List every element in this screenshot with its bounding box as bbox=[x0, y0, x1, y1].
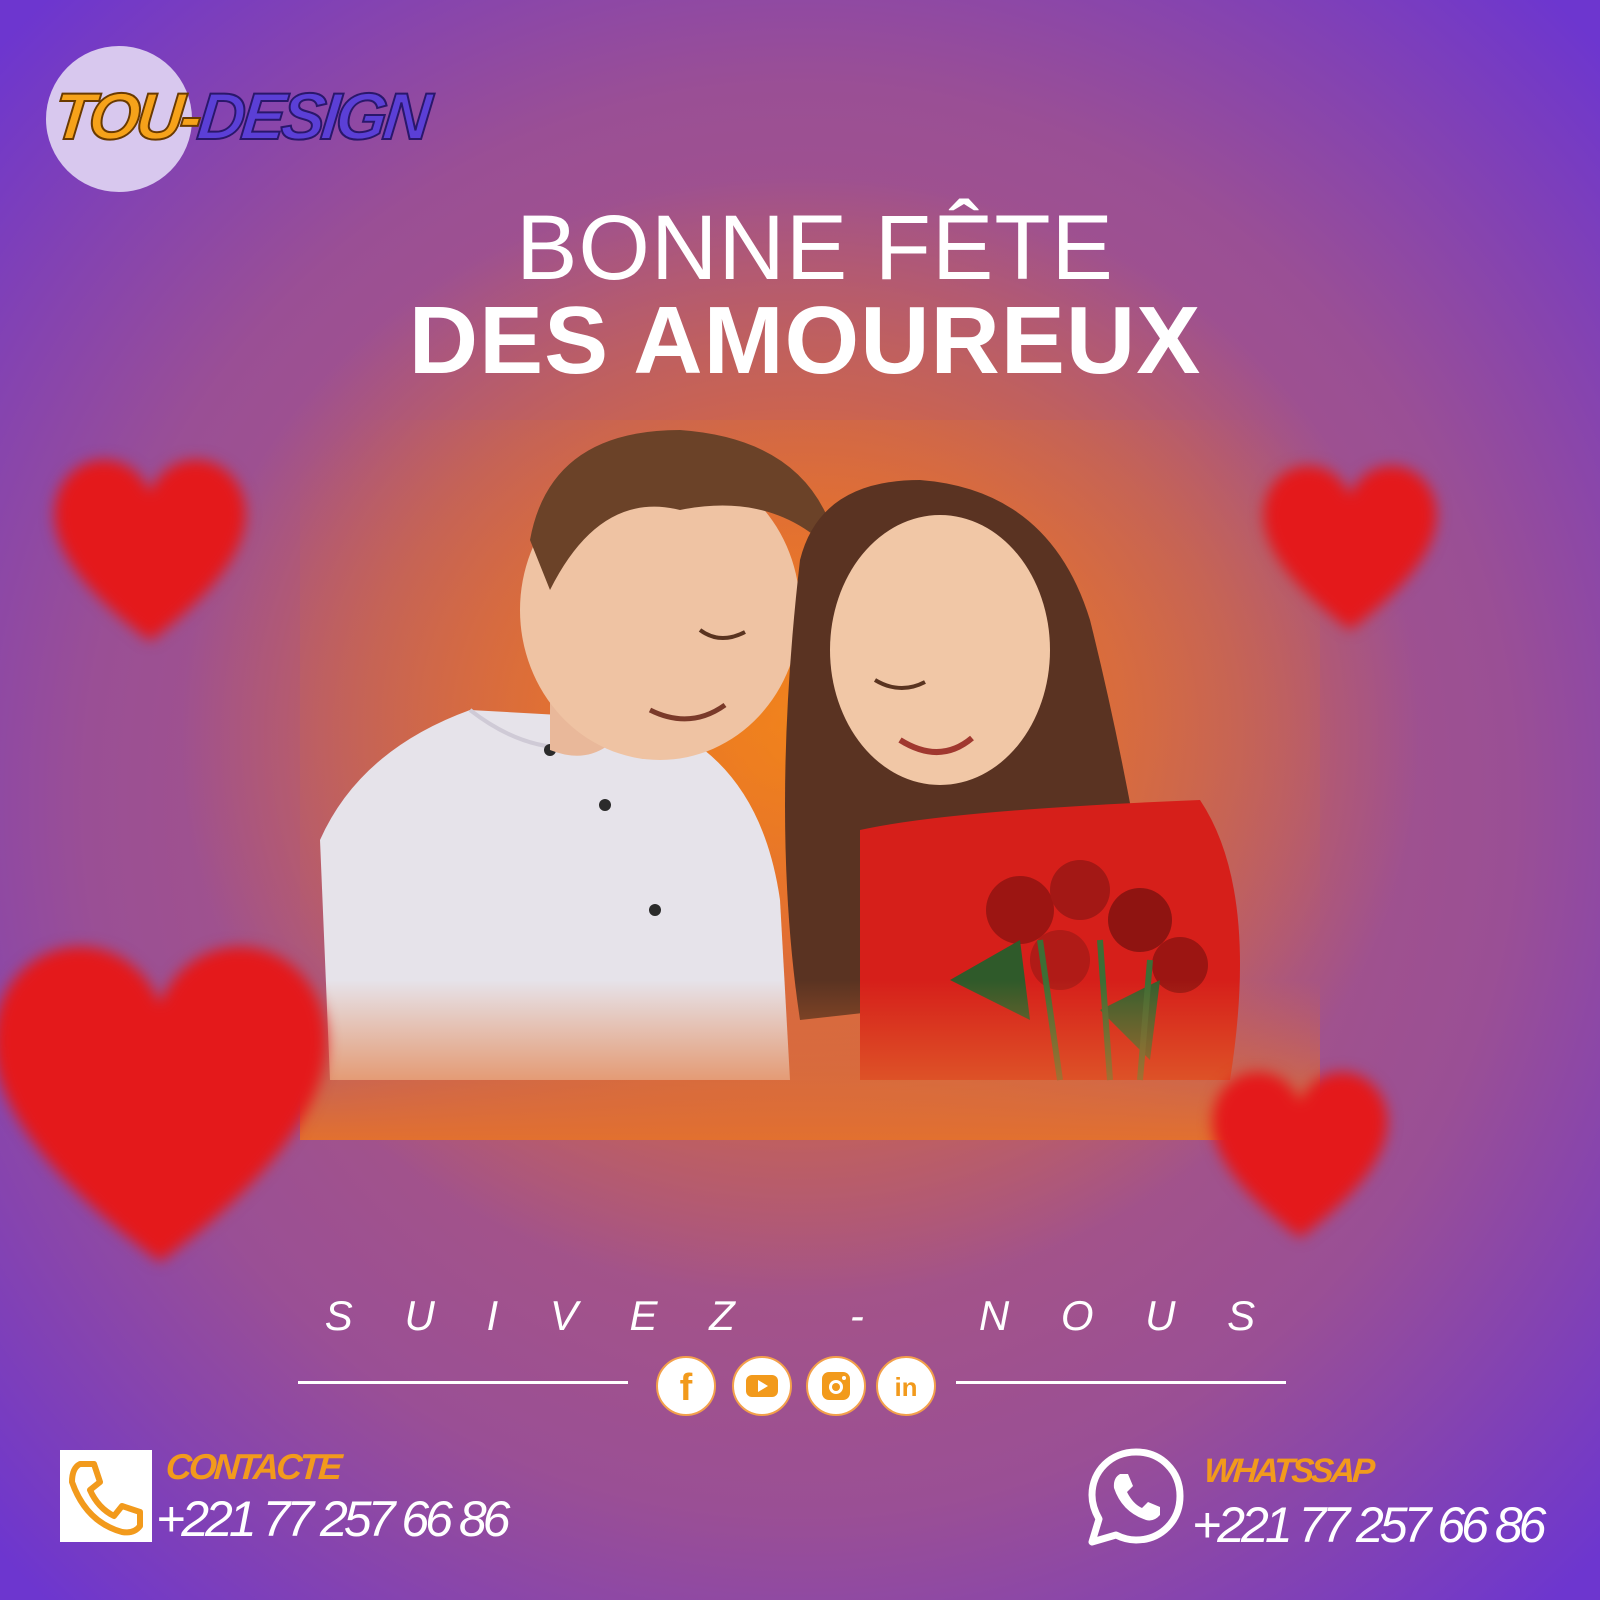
whatsapp-icon[interactable] bbox=[1084, 1444, 1188, 1548]
heart-left-bottom bbox=[0, 946, 327, 1263]
instagram-icon[interactable] bbox=[806, 1356, 866, 1416]
linkedin-icon[interactable]: in bbox=[876, 1356, 936, 1416]
divider-left bbox=[298, 1381, 628, 1384]
brand-logo: TOU-DESIGN bbox=[49, 78, 432, 154]
heart-right-top bbox=[1263, 465, 1437, 631]
whatsapp-label: WHATSSAP bbox=[1202, 1452, 1374, 1490]
heart-right-bottom bbox=[1212, 1072, 1388, 1238]
whatsapp-phone[interactable]: +221 77 257 66 86 bbox=[1192, 1496, 1546, 1554]
follow-us-label: S U I V E Z - N O U S bbox=[324, 1292, 1276, 1339]
couple-photo bbox=[300, 420, 1320, 1140]
brand-logo-part2: DESIGN bbox=[193, 78, 432, 154]
contact-phone[interactable]: +221 77 257 66 86 bbox=[156, 1490, 510, 1548]
svg-text:in: in bbox=[894, 1372, 917, 1402]
divider-right bbox=[956, 1381, 1286, 1384]
headline-line2: DES AMOUREUX bbox=[408, 287, 1202, 394]
brand-logo-part1: TOU- bbox=[49, 78, 203, 154]
contact-label: CONTACTE bbox=[164, 1446, 341, 1487]
facebook-icon[interactable]: f bbox=[656, 1356, 716, 1416]
youtube-icon[interactable] bbox=[732, 1356, 792, 1416]
svg-text:f: f bbox=[680, 1367, 693, 1409]
phone-icon bbox=[69, 1461, 143, 1536]
phone-icon-box bbox=[60, 1450, 152, 1542]
heart-left-top bbox=[54, 459, 246, 642]
poster: TOU-DESIGN BONNE FÊTE DES AMOUREUX S U I… bbox=[0, 0, 1600, 1600]
